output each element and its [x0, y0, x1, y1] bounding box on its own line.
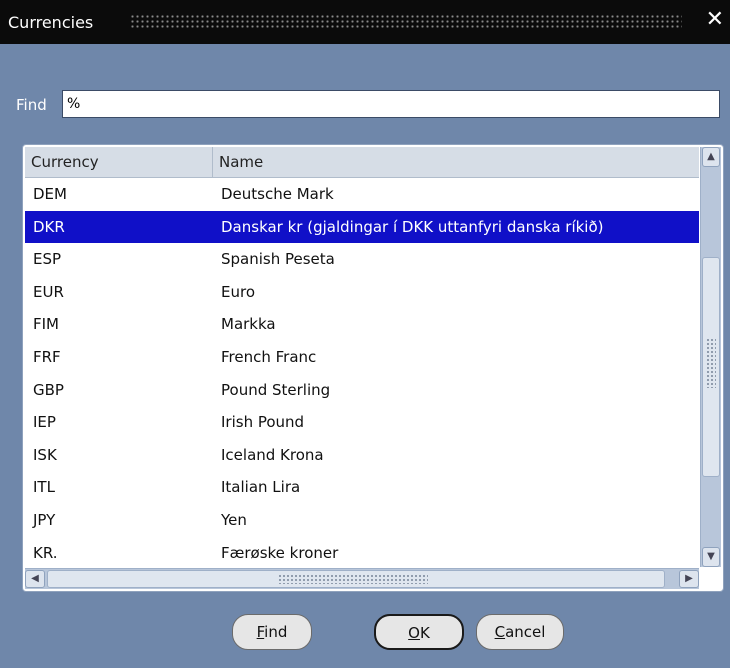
- cancel-button-mnemonic: C: [494, 623, 506, 641]
- column-header-currency[interactable]: Currency: [25, 147, 213, 177]
- scroll-thumb-grip: [706, 338, 716, 388]
- find-label: Find: [16, 96, 47, 114]
- currency-name: Iceland Krona: [221, 445, 324, 464]
- currency-name: Markka: [221, 315, 276, 334]
- currency-code: IEP: [33, 413, 56, 432]
- close-icon[interactable]: ✕: [706, 9, 724, 31]
- scroll-left-icon[interactable]: ◀: [25, 570, 45, 588]
- horizontal-scrollbar[interactable]: ◀ ▶: [25, 568, 699, 589]
- list-item[interactable]: EUR Euro: [25, 276, 699, 309]
- currency-name: Euro: [221, 282, 255, 301]
- list-rows: DEM Deutsche Mark DKR Danskar kr (gjaldinga…: [25, 178, 699, 569]
- currency-name: Deutsche Mark: [221, 185, 334, 203]
- horizontal-scroll-thumb[interactable]: [47, 570, 665, 588]
- currency-code: ITL: [33, 478, 55, 497]
- currency-name: Pound Sterling: [221, 380, 331, 399]
- scroll-up-icon[interactable]: ▲: [702, 147, 720, 167]
- currency-code: KR.: [33, 543, 58, 562]
- ok-button-mnemonic: O: [408, 624, 420, 642]
- currency-name: Færøske kroner: [221, 543, 339, 562]
- title-bar-grip[interactable]: [130, 14, 682, 30]
- currency-code: JPY: [33, 510, 56, 529]
- currency-code: DKR: [33, 217, 65, 236]
- currency-name: Danskar kr (gjaldingar í DKK uttanfyri d…: [221, 217, 604, 236]
- list-item[interactable]: ESP Spanish Peseta: [25, 243, 699, 276]
- list-item[interactable]: JPY Yen: [25, 504, 699, 537]
- scroll-thumb-grip: [278, 574, 428, 584]
- currency-code: FRF: [33, 347, 61, 366]
- list-item[interactable]: GBP Pound Sterling: [25, 374, 699, 407]
- list-item[interactable]: DEM Deutsche Mark: [25, 178, 699, 211]
- currency-name: Italian Lira: [221, 478, 301, 497]
- list-item[interactable]: KR. Færøske kroner: [25, 537, 699, 570]
- vertical-scroll-thumb[interactable]: [702, 257, 720, 477]
- scroll-right-icon[interactable]: ▶: [679, 570, 699, 588]
- title-bar: Currencies ✕: [0, 0, 730, 44]
- currency-list: Currency Name DEM Deutsche Mark DKR Danskar…: [22, 144, 724, 592]
- list-item[interactable]: FIM Markka: [25, 308, 699, 341]
- currency-code: DEM: [33, 185, 67, 203]
- window-title: Currencies: [8, 13, 94, 32]
- find-button-label: ind: [264, 623, 288, 641]
- vertical-scrollbar[interactable]: ▲ ▼: [700, 147, 721, 567]
- cancel-button-label: ancel: [505, 623, 546, 641]
- currency-code: FIM: [33, 315, 59, 334]
- currency-name: French Franc: [221, 347, 317, 366]
- list-item[interactable]: IEP Irish Pound: [25, 406, 699, 439]
- list-item[interactable]: DKR Danskar kr (gjaldingar í DKK uttanfyr…: [25, 210, 699, 244]
- currency-code: EUR: [33, 282, 64, 301]
- currency-name: Yen: [221, 510, 247, 529]
- find-input[interactable]: [62, 90, 720, 118]
- list-header: Currency Name: [25, 147, 699, 178]
- currency-code: ISK: [33, 445, 57, 464]
- currency-name: Spanish Peseta: [221, 250, 335, 269]
- list-item[interactable]: ITL Italian Lira: [25, 471, 699, 504]
- find-button[interactable]: Find: [232, 614, 312, 650]
- cancel-button[interactable]: Cancel: [476, 614, 564, 650]
- ok-button[interactable]: OK: [374, 614, 464, 650]
- currency-name: Irish Pound: [221, 413, 305, 432]
- list-item[interactable]: FRF French Franc: [25, 341, 699, 374]
- list-item[interactable]: ISK Iceland Krona: [25, 439, 699, 472]
- currency-code: ESP: [33, 250, 62, 269]
- ok-button-label: K: [419, 624, 430, 642]
- column-header-name[interactable]: Name: [213, 147, 699, 177]
- scroll-down-icon[interactable]: ▼: [702, 547, 720, 567]
- currency-code: GBP: [33, 380, 64, 399]
